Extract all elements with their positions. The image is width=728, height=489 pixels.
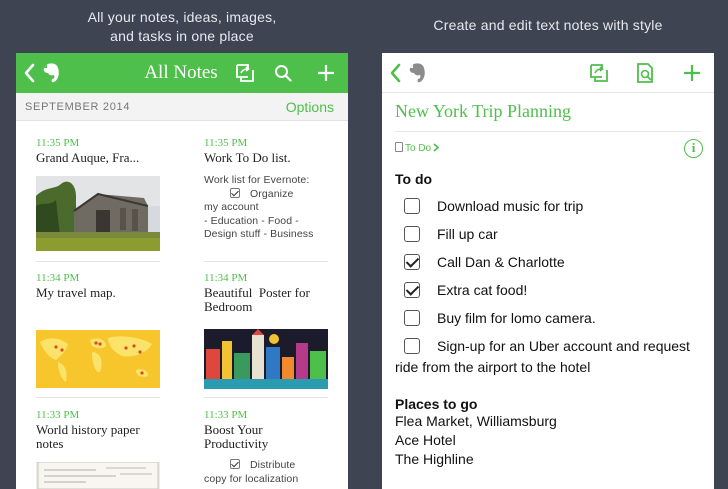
- place-item: Ace Hotel: [395, 432, 456, 448]
- todo-item: Fill up car: [395, 224, 705, 244]
- note-card[interactable]: 11:33 PM World history paper notes: [36, 409, 160, 451]
- notebook-icon: [395, 142, 403, 152]
- add-icon[interactable]: [682, 63, 702, 83]
- place-item: Flea Market, Williamsburg: [395, 413, 557, 429]
- evernote-elephant-icon[interactable]: [42, 62, 62, 84]
- back-chevron-icon[interactable]: [22, 61, 36, 85]
- share-note-icon[interactable]: [235, 62, 255, 84]
- options-button[interactable]: Options: [286, 99, 334, 115]
- note-time: 11:34 PM: [204, 272, 248, 284]
- checkbox[interactable]: [404, 338, 420, 354]
- city-poster-thumbnail: [204, 329, 328, 389]
- note-title: Work To Do list.: [204, 150, 291, 165]
- place-item: The Highline: [395, 451, 474, 467]
- note-card[interactable]: 11:35 PM Grand Auque, Fra...: [36, 137, 160, 165]
- all-notes-header: All Notes: [16, 53, 348, 93]
- notebook-selector[interactable]: To Do: [395, 142, 440, 154]
- notes-grid: 11:35 PM Grand Auque, Fra... 11:35 PM Wo…: [16, 121, 348, 489]
- share-note-icon[interactable]: [589, 62, 609, 84]
- note-card[interactable]: 11:33 PM Boost Your Productivity Distrib…: [204, 409, 336, 486]
- note-editor-screen: New York Trip Planning To Do i To do Dow…: [382, 53, 714, 489]
- scan-icon[interactable]: [635, 62, 655, 84]
- checkbox[interactable]: [404, 226, 420, 242]
- note-time: 11:33 PM: [204, 409, 248, 421]
- checkbox[interactable]: [404, 198, 420, 214]
- note-time: 11:34 PM: [36, 272, 80, 284]
- world-map-thumbnail: [36, 330, 160, 388]
- note-body[interactable]: To do Download music for trip Fill up ca…: [395, 171, 705, 469]
- title-divider: [395, 131, 701, 132]
- left-caption: All your notes, ideas, images, and tasks…: [87, 9, 277, 44]
- note-snippet: Work list for Evernote: Organize my acco…: [204, 174, 314, 240]
- row-divider: [204, 261, 328, 262]
- todo-item: Extra cat food!: [395, 280, 705, 300]
- all-notes-title: All Notes: [144, 62, 218, 83]
- right-caption: Create and edit text notes with style: [433, 17, 663, 33]
- search-icon[interactable]: [274, 64, 292, 82]
- add-icon[interactable]: [316, 63, 336, 83]
- note-title: Grand Auque, Fra...: [36, 150, 140, 165]
- note-card[interactable]: 11:34 PM Beautiful Poster for Bedroom: [204, 272, 336, 314]
- info-icon[interactable]: i: [684, 139, 703, 158]
- row-divider: [204, 397, 328, 398]
- todo-item: Buy film for lomo camera.: [395, 308, 705, 328]
- note-time: 11:35 PM: [36, 137, 80, 149]
- todo-item: Call Dan & Charlotte: [395, 252, 705, 272]
- note-title: My travel map.: [36, 285, 116, 300]
- notebook-paper-thumbnail: [36, 462, 160, 489]
- checkbox-checked[interactable]: [404, 282, 420, 298]
- note-card[interactable]: 11:34 PM My travel map.: [36, 272, 160, 300]
- notebook-name: To Do: [405, 143, 432, 154]
- note-title: World history paper notes: [36, 422, 140, 451]
- note-editor-header: [382, 53, 714, 93]
- todo-heading: To do: [395, 171, 433, 187]
- note-snippet: Distribute copy for localization: [204, 459, 299, 485]
- barn-photo-thumbnail: [36, 176, 160, 251]
- todo-item: Download music for trip: [395, 196, 705, 216]
- note-title: Boost Your Productivity: [204, 422, 269, 451]
- note-card[interactable]: 11:35 PM Work To Do list. Work list for …: [204, 137, 336, 242]
- all-notes-screen: All Notes SEPTEMBER 2014 Options 11:35 P…: [16, 53, 348, 489]
- note-time: 11:33 PM: [36, 409, 80, 421]
- row-divider: [36, 261, 160, 262]
- checkbox[interactable]: [404, 310, 420, 326]
- checkbox-icon: [230, 459, 240, 469]
- month-label: SEPTEMBER 2014: [25, 101, 131, 113]
- chevron-right-icon: [433, 143, 440, 152]
- row-divider: [36, 397, 160, 398]
- note-title: Beautiful Poster for Bedroom: [204, 285, 310, 314]
- note-time: 11:35 PM: [204, 137, 248, 149]
- todo-item: Sign-up for an Uber account and request …: [395, 338, 690, 375]
- places-heading: Places to go: [395, 396, 478, 412]
- back-chevron-icon[interactable]: [388, 61, 402, 85]
- checkbox-icon: [230, 187, 240, 198]
- note-title[interactable]: New York Trip Planning: [395, 101, 571, 122]
- date-section-header: SEPTEMBER 2014 Options: [16, 93, 348, 121]
- checkbox-checked[interactable]: [404, 254, 420, 270]
- evernote-elephant-icon[interactable]: [408, 62, 428, 84]
